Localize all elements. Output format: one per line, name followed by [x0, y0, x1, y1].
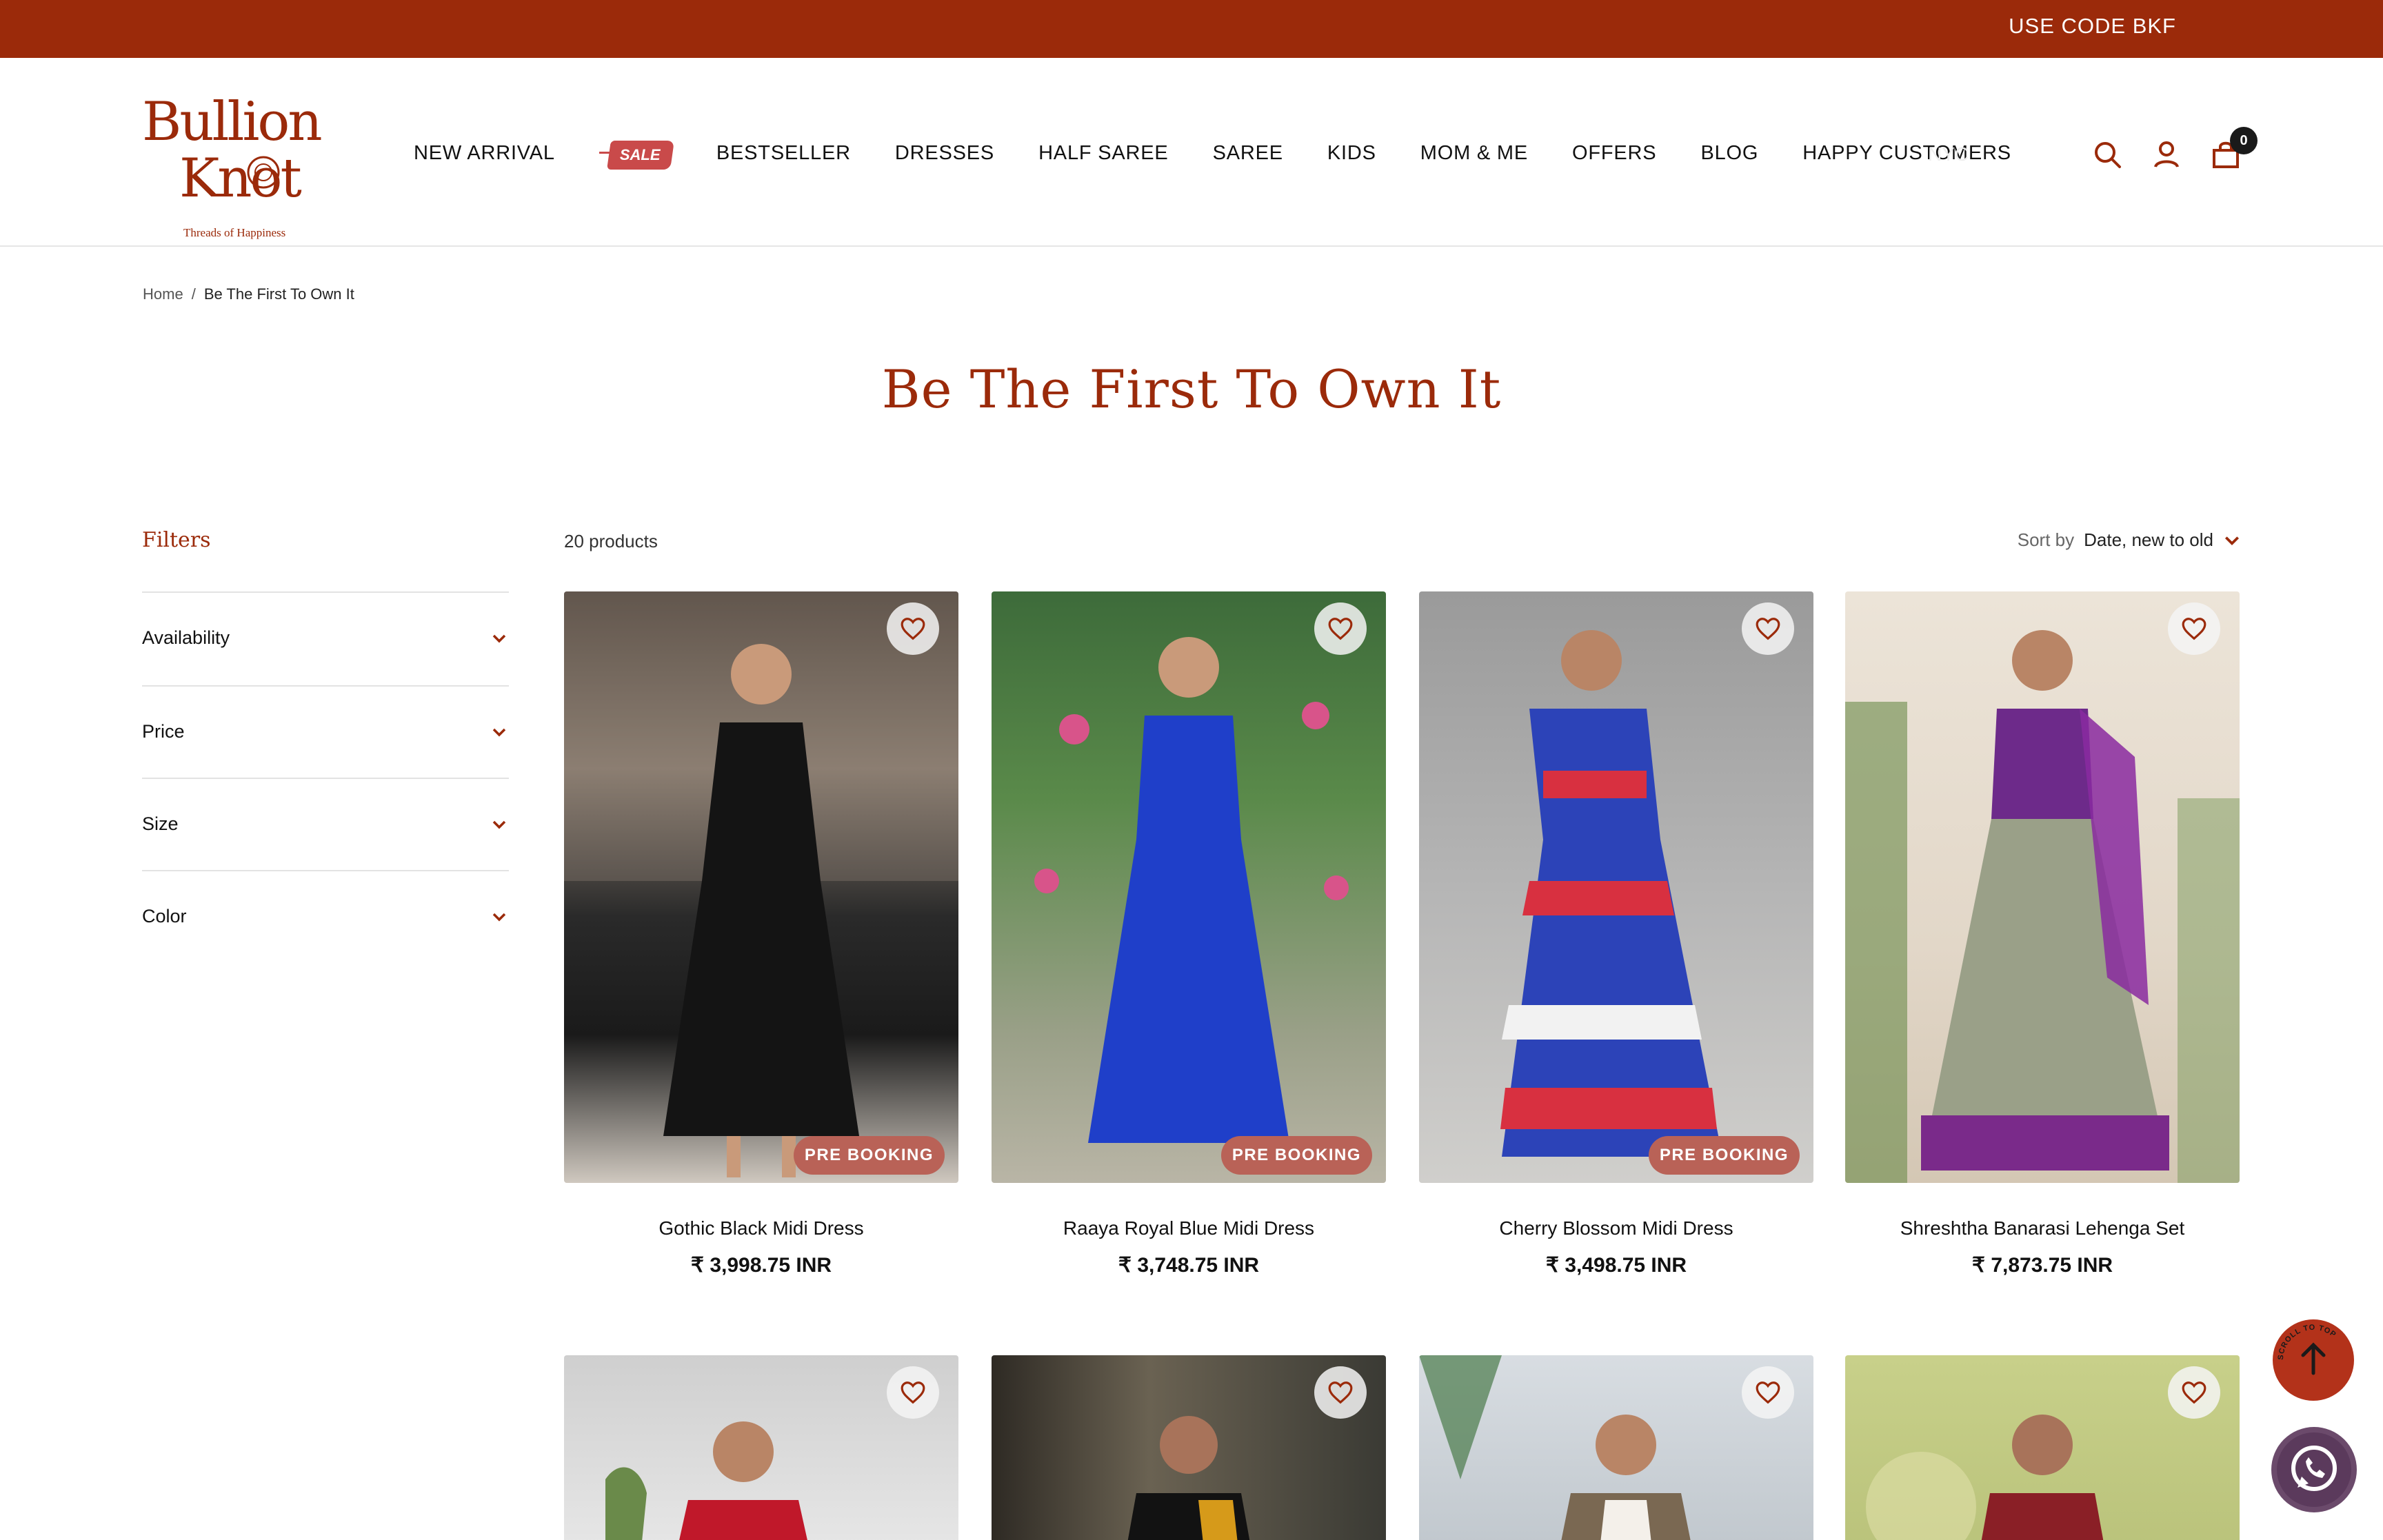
pre-booking-badge: PRE BOOKING [1220, 1136, 1372, 1175]
heart-icon [1328, 1381, 1353, 1404]
product-name[interactable]: Cherry Blossom Midi Dress [1419, 1217, 1813, 1239]
sort-dropdown[interactable]: Sort by Date, new to old [2018, 529, 2241, 551]
wishlist-button[interactable] [2168, 1366, 2220, 1419]
chevron-down-icon [492, 913, 506, 922]
user-icon[interactable] [2150, 138, 2183, 171]
wishlist-button[interactable] [887, 602, 939, 655]
filter-availability[interactable]: Availability [142, 591, 509, 684]
sale-tag-label: SALE [619, 146, 661, 163]
product-price: ₹ 3,498.75 INR [1545, 1254, 1687, 1277]
heart-icon [2182, 1381, 2206, 1404]
dress-photo [564, 591, 958, 1177]
product-name[interactable]: Gothic Black Midi Dress [564, 1217, 958, 1239]
product-image[interactable]: PRE BOOKING [564, 591, 958, 1183]
wishlist-button[interactable] [1314, 602, 1367, 655]
product-count: 20 products [564, 531, 658, 551]
search-icon[interactable] [2091, 138, 2124, 171]
product-name[interactable]: Raaya Royal Blue Midi Dress [992, 1217, 1386, 1239]
wishlist-button[interactable] [1742, 602, 1794, 655]
product-card[interactable] [564, 1355, 958, 1540]
nav-bestseller[interactable]: BESTSELLER [716, 142, 851, 165]
chevron-down-icon [2224, 536, 2240, 545]
nav-faded-item[interactable]: NYC [1928, 143, 1969, 165]
product-image[interactable] [1845, 591, 2240, 1183]
pre-booking-badge: PRE BOOKING [793, 1136, 945, 1175]
wishlist-button[interactable] [887, 1366, 939, 1419]
filter-color[interactable]: Color [142, 870, 509, 962]
product-image[interactable] [1419, 1355, 1813, 1540]
product-card[interactable] [1419, 1355, 1813, 1540]
breadcrumb: Home / Be The First To Own It [143, 285, 354, 303]
nav-dresses[interactable]: DRESSES [895, 142, 994, 165]
nav-offers[interactable]: OFFERS [1572, 142, 1656, 165]
wishlist-button[interactable] [2168, 602, 2220, 655]
svg-text:SCROLL TO TOP: SCROLL TO TOP [2277, 1324, 2338, 1360]
product-price: ₹ 3,998.75 INR [690, 1254, 832, 1277]
nav-kids[interactable]: KIDS [1327, 142, 1376, 165]
announcement-bar: USE CODE BKF [0, 0, 2383, 58]
page-title: Be The First To Own It [881, 358, 1502, 420]
heart-icon [1756, 1381, 1780, 1404]
nav-sale-tag[interactable]: SALE [599, 134, 674, 172]
main-nav: NEW ARRIVAL SALE BESTSELLER DRESSES HALF… [414, 139, 2055, 170]
breadcrumb-home[interactable]: Home [143, 285, 183, 303]
filter-label: Color [142, 906, 187, 926]
nav-half-saree[interactable]: HALF SAREE [1038, 142, 1169, 165]
chevron-down-icon [492, 728, 506, 737]
product-card[interactable]: PRE BOOKING Gothic Black Midi Dress ₹ 3,… [564, 591, 958, 1277]
product-card[interactable]: PRE BOOKING Cherry Blossom Midi Dress ₹ … [1419, 591, 1813, 1277]
sort-label: Sort by [2017, 529, 2075, 550]
scroll-top-badge: SCROLL TO TOP [2277, 1324, 2338, 1375]
product-image[interactable] [564, 1355, 958, 1540]
logo-tagline: Threads of Happiness [183, 226, 286, 239]
product-card[interactable]: Shreshtha Banarasi Lehenga Set ₹ 7,873.7… [1845, 591, 2240, 1277]
nav-saree[interactable]: SAREE [1213, 142, 1283, 165]
scroll-to-top-button[interactable]: SCROLL TO TOP [2273, 1319, 2354, 1401]
whatsapp-button[interactable] [2271, 1427, 2357, 1512]
product-name[interactable]: Shreshtha Banarasi Lehenga Set [1845, 1217, 2240, 1239]
heart-icon [901, 1381, 925, 1404]
product-image[interactable]: PRE BOOKING [1419, 591, 1813, 1183]
scroll-top-text: SCROLL TO TOP [2277, 1324, 2337, 1360]
cart-count-badge: 0 [2230, 127, 2258, 154]
filter-label: Size [142, 813, 179, 834]
breadcrumb-separator: / [191, 285, 196, 303]
whatsapp-icon [2277, 1432, 2351, 1507]
dress-photo [1845, 630, 2240, 1183]
announcement-text: USE CODE BKF [2009, 14, 2176, 38]
product-card[interactable] [992, 1355, 1386, 1540]
product-card[interactable] [1845, 1355, 2240, 1540]
product-image[interactable] [992, 1355, 1386, 1540]
wishlist-button[interactable] [1314, 1366, 1367, 1419]
nav-new-arrival[interactable]: NEW ARRIVAL [414, 142, 555, 165]
heart-icon [1328, 618, 1353, 640]
heart-icon [1756, 618, 1780, 640]
product-price: ₹ 3,748.75 INR [1118, 1254, 1260, 1277]
product-image[interactable] [1845, 1355, 2240, 1540]
brand-logo[interactable]: Bullion Knot Threads of Happiness [142, 91, 323, 239]
dress-photo [1034, 637, 1349, 1143]
filter-label: Price [142, 721, 185, 742]
product-image[interactable]: PRE BOOKING [992, 591, 1386, 1183]
heart-icon [901, 618, 925, 640]
sort-value: Date, new to old [2084, 529, 2213, 550]
dress-photo [1500, 630, 1722, 1157]
product-price: ₹ 7,873.75 INR [1971, 1254, 2113, 1277]
pre-booking-badge: PRE BOOKING [1648, 1136, 1800, 1175]
product-card[interactable]: PRE BOOKING Raaya Royal Blue Midi Dress … [992, 591, 1386, 1277]
filter-size[interactable]: Size [142, 778, 509, 870]
filter-label: Availability [142, 627, 230, 648]
site-header: Bullion Knot Threads of Happiness NEW AR… [0, 58, 2383, 247]
chevron-down-icon [492, 634, 506, 643]
chevron-down-icon [492, 820, 506, 829]
wishlist-button[interactable] [1742, 1366, 1794, 1419]
nav-mom-and-me[interactable]: MOM & ME [1420, 142, 1528, 165]
heart-icon [2182, 618, 2206, 640]
logo-knot-mark [247, 156, 280, 189]
filter-price[interactable]: Price [142, 685, 509, 778]
nav-happy-customers[interactable]: HAPPY CUSTOMERS [1802, 142, 2011, 165]
breadcrumb-current: Be The First To Own It [203, 285, 354, 303]
nav-blog[interactable]: BLOG [1700, 142, 1758, 165]
filters-title: Filters [142, 528, 211, 552]
